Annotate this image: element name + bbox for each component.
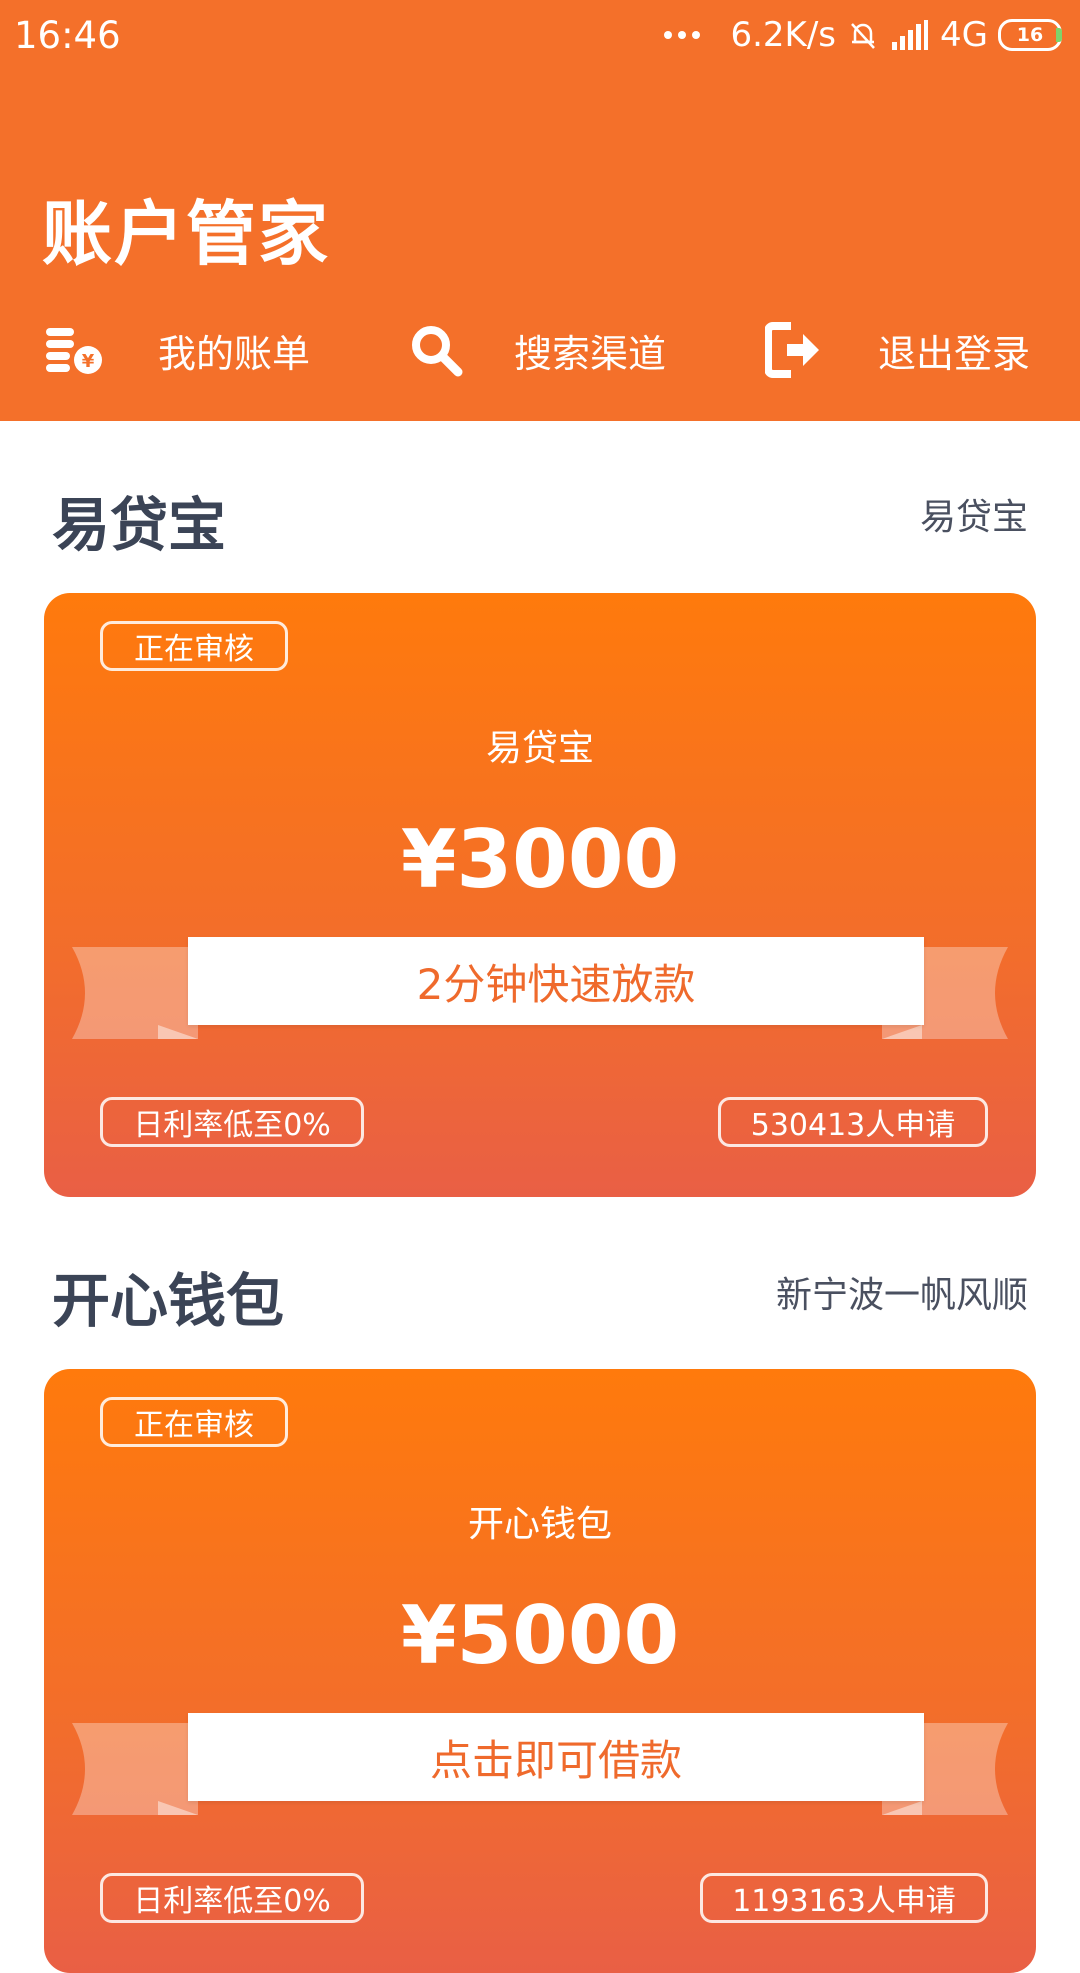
product-section-subtitle[interactable]: 新宁波一帆风顺	[776, 1266, 1028, 1318]
status-badge: 正在审核	[100, 1397, 288, 1447]
search-icon	[404, 318, 468, 382]
product-name: 易贷宝	[485, 728, 594, 769]
svg-text:¥: ¥	[82, 351, 95, 372]
nav-search-channel-label: 搜索渠道	[514, 331, 667, 376]
status-bar: 16:46 6.2K/s 4G 16	[0, 0, 1080, 70]
header: 16:46 6.2K/s 4G 16 账户管家 ¥ 我的账单 搜索渠道 退出登录	[0, 0, 1080, 421]
ribbon: 点击即可借款	[72, 1713, 1008, 1815]
network-type: 4G	[940, 15, 988, 55]
applicants-badge: 530413人申请	[718, 1097, 988, 1147]
signal-icon	[892, 20, 929, 50]
interest-rate-badge: 日利率低至0%	[100, 1097, 364, 1147]
mute-bell-icon	[851, 23, 875, 49]
app-title: 账户管家	[42, 193, 330, 275]
product-section-title: 开心钱包	[52, 1267, 285, 1335]
product-name: 开心钱包	[467, 1504, 612, 1545]
nav-my-bills-label: 我的账单	[158, 331, 311, 376]
battery-icon: 16	[998, 19, 1062, 51]
product-card[interactable]: 正在审核 易贷宝 ¥3000 2分钟快速放款 日利率低至0% 530413人申请	[44, 593, 1036, 1197]
ribbon-banner[interactable]: 点击即可借款	[188, 1713, 924, 1801]
nav-logout[interactable]: 退出登录	[762, 318, 1030, 382]
logout-icon	[762, 318, 826, 382]
nav-logout-label: 退出登录	[878, 331, 1031, 376]
more-dots-icon	[664, 31, 701, 39]
battery-level: 16	[1016, 24, 1044, 46]
product-section-title: 易贷宝	[52, 491, 227, 559]
product-card[interactable]: 正在审核 开心钱包 ¥5000 点击即可借款 日利率低至0% 1193163人申…	[44, 1369, 1036, 1973]
nav-search-channel[interactable]: 搜索渠道	[404, 318, 666, 382]
status-badge: 正在审核	[100, 621, 288, 671]
status-time: 16:46	[14, 14, 121, 57]
ribbon-banner: 2分钟快速放款	[188, 937, 924, 1025]
loan-amount: ¥5000	[400, 1589, 680, 1682]
net-speed: 6.2K/s	[730, 15, 837, 55]
ribbon: 2分钟快速放款	[72, 937, 1008, 1039]
interest-rate-badge: 日利率低至0%	[100, 1873, 364, 1923]
status-indicators: 6.2K/s 4G 16	[664, 14, 1062, 56]
loan-amount: ¥3000	[400, 813, 680, 906]
bills-icon: ¥	[42, 318, 106, 382]
applicants-badge: 1193163人申请	[700, 1873, 988, 1923]
nav-my-bills[interactable]: ¥ 我的账单	[42, 318, 310, 382]
product-section-subtitle[interactable]: 易贷宝	[920, 488, 1028, 540]
